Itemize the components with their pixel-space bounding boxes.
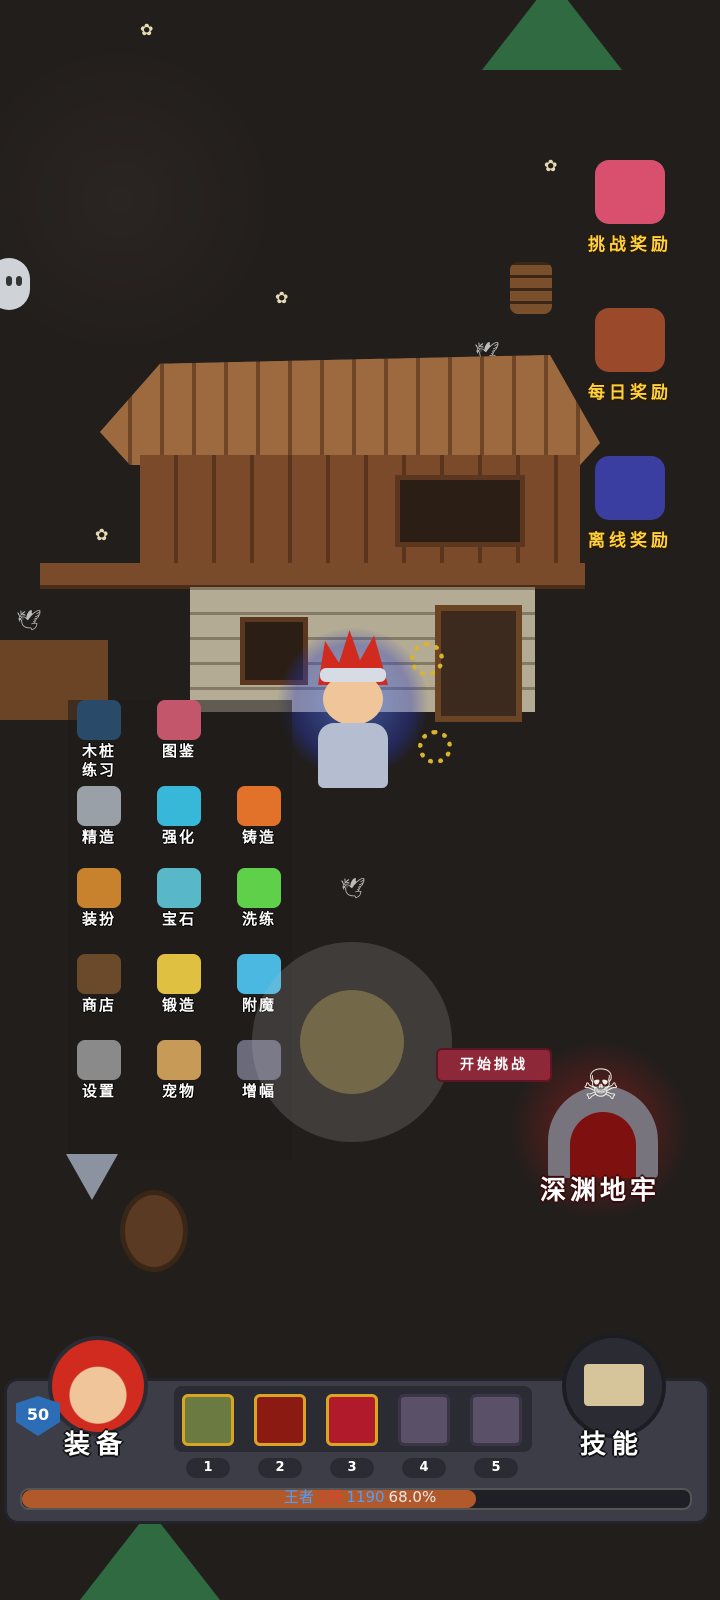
skull-icon: ☠	[582, 1060, 620, 1109]
skill-slot-number: 5	[474, 1458, 518, 1478]
tier-text: 1转	[317, 1488, 343, 1506]
tree-top	[482, 0, 622, 70]
skill-book-button[interactable]	[562, 1334, 666, 1438]
crystal-icon	[66, 1154, 118, 1200]
joystick-knob[interactable]	[300, 990, 404, 1094]
book-icon	[584, 1364, 644, 1406]
daily-reward-label: 每日奖励	[588, 383, 672, 403]
skill-slot-number: 4	[402, 1458, 446, 1478]
settings-button[interactable]: 设置	[68, 1040, 130, 1101]
gear-icon	[418, 730, 452, 764]
enhance-icon	[157, 786, 201, 826]
pet-icon	[157, 1040, 201, 1080]
refine-label: 精造	[81, 828, 116, 846]
enhance-label: 强化	[161, 828, 196, 846]
shop-icon	[77, 954, 121, 994]
xp-percent: 68.0%	[388, 1488, 437, 1506]
bird-icon: 🕊	[16, 608, 42, 632]
codex-button[interactable]: 图鉴	[148, 700, 210, 761]
experience-text: 王者 1转 1190 68.0%	[0, 1486, 720, 1508]
skill-slot-number: 3	[330, 1458, 374, 1478]
barrel-pot	[120, 1190, 188, 1272]
reroll-button[interactable]: 洗练	[228, 868, 290, 929]
flower-icon: ✿	[275, 288, 289, 307]
smith-icon	[157, 954, 201, 994]
flower-icon: ✿	[140, 20, 154, 39]
equipment-label: 装备	[64, 1430, 129, 1460]
treasure-chest-icon	[595, 308, 665, 372]
smith-button[interactable]: 锻造	[148, 954, 210, 1015]
training-dummy-button[interactable]: 木桩 练习	[68, 700, 130, 780]
skill-label: 技能	[580, 1430, 645, 1460]
skill-slot-2[interactable]	[254, 1394, 306, 1446]
reroll-icon	[237, 868, 281, 908]
house-window	[395, 475, 525, 547]
skill-slot-number: 1	[186, 1458, 230, 1478]
house-roof	[100, 355, 600, 465]
codex-label: 图鉴	[161, 742, 196, 760]
shop-label: 商店	[81, 996, 116, 1014]
daily-reward-button[interactable]: 每日奖励	[570, 308, 690, 403]
hourglass-icon	[595, 456, 665, 520]
gear-icon	[410, 642, 444, 676]
outfit-label: 装扮	[81, 910, 116, 928]
offline-reward-button[interactable]: 离线奖励	[570, 456, 690, 551]
challenge-reward-label: 挑战奖励	[588, 235, 672, 255]
refine-button[interactable]: 精造	[68, 786, 130, 847]
forge-icon	[237, 786, 281, 826]
forge-label: 铸造	[241, 828, 276, 846]
outfit-button[interactable]: 装扮	[68, 868, 130, 929]
enhance-button[interactable]: 强化	[148, 786, 210, 847]
hero-character	[278, 628, 428, 793]
hero-armor	[318, 723, 388, 788]
gem-button[interactable]: 宝石	[148, 868, 210, 929]
gem-label: 宝石	[161, 910, 196, 928]
forge-button[interactable]: 铸造	[228, 786, 290, 847]
rank-text: 王者	[283, 1488, 314, 1506]
skill-slot-1[interactable]	[182, 1394, 234, 1446]
skill-slot-3[interactable]	[326, 1394, 378, 1446]
dungeon-door	[570, 1112, 636, 1178]
offline-reward-label: 离线奖励	[588, 531, 672, 551]
outfit-icon	[77, 868, 121, 908]
pet-label: 宠物	[161, 1082, 196, 1100]
codex-icon	[157, 700, 201, 740]
bird-icon: 🕊	[340, 876, 366, 900]
challenge-reward-button[interactable]: 挑战奖励	[570, 160, 690, 255]
barrel	[510, 262, 552, 314]
skill-slot-4[interactable]	[398, 1394, 450, 1446]
dungeon-name: 深渊地牢	[539, 1176, 660, 1206]
settings-label: 设置	[81, 1082, 116, 1100]
pet-button[interactable]: 宠物	[148, 1040, 210, 1101]
skill-slot-number: 2	[258, 1458, 302, 1478]
settings-icon	[77, 1040, 121, 1080]
gem-icon	[157, 868, 201, 908]
smith-label: 锻造	[161, 996, 196, 1014]
equipment-button[interactable]	[48, 1336, 148, 1436]
training-dummy-icon	[77, 700, 121, 740]
house-balcony	[40, 563, 585, 589]
training-dummy-label: 木桩 练习	[81, 742, 116, 779]
xp-value: 1190	[346, 1488, 385, 1506]
demon-mask-icon	[595, 160, 665, 224]
refine-icon	[77, 786, 121, 826]
shop-button[interactable]: 商店	[68, 954, 130, 1015]
reroll-label: 洗练	[241, 910, 276, 928]
house-door	[435, 605, 522, 722]
skill-slot-5[interactable]	[470, 1394, 522, 1446]
flower-icon: ✿	[544, 156, 558, 175]
hero-crown	[320, 668, 386, 682]
